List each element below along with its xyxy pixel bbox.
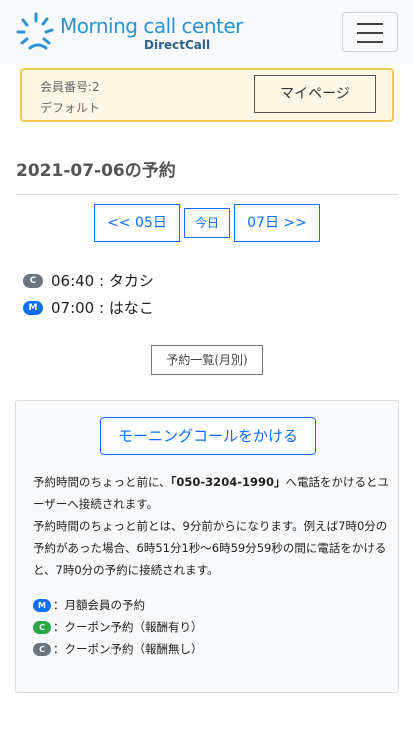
brand-logo[interactable]: Morning call center DirectCall xyxy=(16,12,243,54)
reservation-item[interactable]: M 07:00 : はなこ xyxy=(23,297,154,317)
member-number: 会員番号:2 xyxy=(40,80,100,94)
coupon-paid-badge: C xyxy=(33,620,51,634)
monthly-badge: M xyxy=(23,300,43,315)
reservation-text: 07:00 : はなこ xyxy=(51,299,154,317)
info-card: モーニングコールをかける 予約時間のちょっと前に、「050-3204-1990」… xyxy=(15,400,399,693)
divider xyxy=(16,194,398,195)
legend-item: C ：クーポン予約（報酬無し） xyxy=(33,641,203,657)
today-button[interactable]: 今日 xyxy=(184,208,230,238)
monthly-badge: M xyxy=(33,598,51,612)
coupon-free-badge: C xyxy=(33,642,51,656)
sunrise-logo-icon xyxy=(16,12,54,50)
brand-subtitle: DirectCall xyxy=(144,38,211,52)
hamburger-icon xyxy=(357,23,383,25)
legend-item: M ：月額会員の予約 xyxy=(33,597,145,613)
member-info-box: 会員番号:2 デフォルト マイページ xyxy=(20,68,394,122)
coupon-badge: C xyxy=(23,273,43,288)
morning-call-button[interactable]: モーニングコールをかける xyxy=(100,417,316,455)
reservation-item[interactable]: C 06:40 : タカシ xyxy=(23,270,154,290)
menu-toggle-button[interactable] xyxy=(342,12,398,52)
phone-number: 「050-3204-1990」 xyxy=(170,475,286,489)
prev-day-button[interactable]: << 05日 xyxy=(94,204,180,242)
next-day-button[interactable]: 07日 >> xyxy=(234,204,320,242)
monthly-list-button[interactable]: 予約一覧(月別) xyxy=(151,345,263,375)
member-plan: デフォルト xyxy=(40,101,101,115)
page-title: 2021-07-06の予約 xyxy=(16,161,176,181)
info-text: 予約時間のちょっと前に、「050-3204-1990」へ電話をかけるとユーザーへ… xyxy=(33,475,389,577)
reservation-text: 06:40 : タカシ xyxy=(51,272,154,290)
mypage-button[interactable]: マイページ xyxy=(254,75,376,113)
legend-item: C ：クーポン予約（報酬有り） xyxy=(33,619,203,635)
navbar: Morning call center DirectCall xyxy=(0,0,414,64)
brand-title: Morning call center xyxy=(60,14,243,38)
